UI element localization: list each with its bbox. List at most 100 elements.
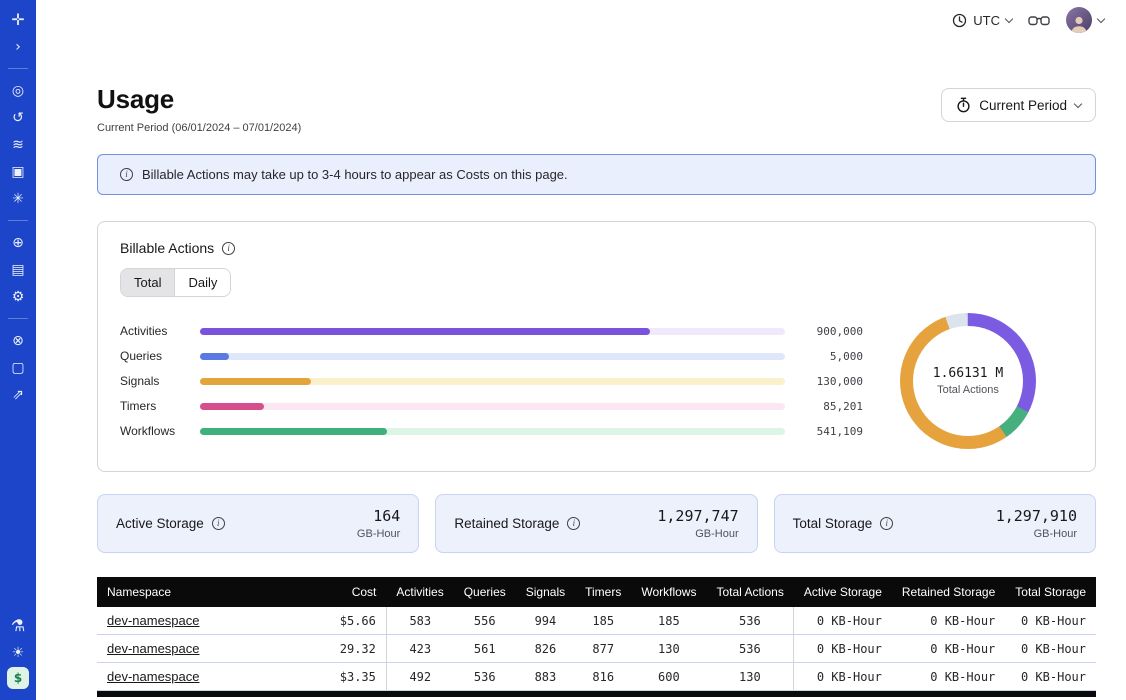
chevron-down-icon xyxy=(1074,99,1082,107)
sidebar-divider xyxy=(8,220,28,221)
table-row: dev-namespace$5.665835569941851855360 KB… xyxy=(97,607,1096,635)
info-icon[interactable] xyxy=(567,517,580,530)
tab-total[interactable]: Total xyxy=(121,269,174,296)
stat-unit: GB-Hour xyxy=(996,528,1077,540)
billable-tabs: TotalDaily xyxy=(120,268,231,297)
sidebar: ✛› ◎↺≋▣✳ ⊕▤⚙ ⊗▢⇗ ⚗☀$ xyxy=(0,0,36,700)
logo-icon[interactable]: ✛ xyxy=(5,7,31,32)
donut-box: 1.66131 M Total Actions xyxy=(863,313,1073,449)
bar-row: Timers85,201 xyxy=(120,394,863,419)
bar-row: Signals130,000 xyxy=(120,369,863,394)
credits-dollar-icon[interactable]: $ xyxy=(7,667,29,689)
donut-hole: 1.66131 M Total Actions xyxy=(913,326,1023,436)
cube-icon[interactable]: ▣ xyxy=(5,159,31,184)
billing-card-icon[interactable]: ▤ xyxy=(5,257,31,282)
cell-total-actions: 130 xyxy=(706,663,793,691)
bar-fill xyxy=(200,353,229,360)
bar-chart: Activities900,000Queries5,000Signals130,… xyxy=(120,319,863,444)
stopwatch-icon xyxy=(956,97,971,113)
info-icon[interactable] xyxy=(212,517,225,530)
bar-fill xyxy=(200,403,264,410)
col-active-storage: Active Storage xyxy=(794,577,892,607)
info-banner: Billable Actions may take up to 3-4 hour… xyxy=(97,154,1096,195)
stat-unit: GB-Hour xyxy=(357,528,400,540)
close-circle-icon[interactable]: ⊗ xyxy=(5,328,31,353)
tab-daily[interactable]: Daily xyxy=(174,269,230,296)
chevron-down-icon xyxy=(1005,14,1013,22)
table-row: dev-namespace$3.354925368838166001300 KB… xyxy=(97,663,1096,691)
globe-icon[interactable]: ⊕ xyxy=(5,230,31,255)
bar-row: Activities900,000 xyxy=(120,319,863,344)
cell-queries: 556 xyxy=(454,607,516,635)
cell-cost: 29.32 xyxy=(306,635,386,663)
stat-value-wrap: 1,297,910GB-Hour xyxy=(996,507,1077,540)
lab-flask-icon[interactable]: ⚗ xyxy=(5,613,31,638)
cell-signals: 883 xyxy=(516,663,575,691)
cell-cost: $3.35 xyxy=(306,663,386,691)
info-icon[interactable] xyxy=(222,242,235,255)
col-signals: Signals xyxy=(516,577,575,607)
bar-value: 900,000 xyxy=(799,325,863,338)
docs-icon[interactable]: ▢ xyxy=(5,355,31,380)
stat-label-wrap: Active Storage xyxy=(116,516,225,531)
stat-unit: GB-Hour xyxy=(657,528,738,540)
stat-card: Active Storage 164 GB-Hour xyxy=(97,494,419,553)
sidebar-divider xyxy=(8,68,28,69)
collapse-icon[interactable]: › xyxy=(5,34,31,59)
cell-total-actions: 536 xyxy=(706,635,793,663)
cell-namespace: dev-namespace xyxy=(97,607,306,635)
asterisk-icon[interactable]: ✳ xyxy=(5,186,31,211)
stat-value: 164 xyxy=(357,507,400,525)
sidebar-bottom: ⚗☀$ xyxy=(5,612,31,690)
stats-row: Active Storage164GB-HourRetained Storage… xyxy=(97,494,1096,553)
theme-sun-icon[interactable]: ☀ xyxy=(5,640,31,665)
cell-namespace: dev-namespace xyxy=(97,663,306,691)
history-icon[interactable]: ↺ xyxy=(5,105,31,130)
info-icon[interactable] xyxy=(880,517,893,530)
cell-timers: 816 xyxy=(575,663,631,691)
namespace-link[interactable]: dev-namespace xyxy=(107,613,200,628)
cell-activities: 583 xyxy=(386,607,453,635)
timezone-selector[interactable]: UTC xyxy=(952,13,1012,28)
info-icon xyxy=(120,168,133,181)
namespace-link[interactable]: dev-namespace xyxy=(107,641,200,656)
target-icon[interactable]: ◎ xyxy=(5,78,31,103)
external-link-icon[interactable]: ⇗ xyxy=(5,382,31,407)
settings-gear-icon[interactable]: ⚙ xyxy=(5,284,31,309)
cell-queries: 536 xyxy=(454,663,516,691)
period-selector-label: Current Period xyxy=(979,98,1067,113)
namespace-link[interactable]: dev-namespace xyxy=(107,669,200,684)
avatar-image xyxy=(1069,14,1089,33)
donut-center-value: 1.66131 M xyxy=(933,366,1003,381)
content: Usage Current Period (06/01/2024 – 07/01… xyxy=(36,40,1126,700)
cell-signals: 994 xyxy=(516,607,575,635)
cell-namespace: dev-namespace xyxy=(97,635,306,663)
bar-row: Queries5,000 xyxy=(120,344,863,369)
layers-icon[interactable]: ≋ xyxy=(5,132,31,157)
glasses-icon[interactable] xyxy=(1028,13,1050,28)
bar-track xyxy=(200,378,785,385)
account-menu[interactable] xyxy=(1066,7,1104,33)
cell-workflows: 185 xyxy=(631,607,706,635)
main-area: UTC Usage Current Period (06/0 xyxy=(36,0,1126,700)
chart-area: Activities900,000Queries5,000Signals130,… xyxy=(120,313,1073,449)
col-total-actions: Total Actions xyxy=(706,577,793,607)
cell-active-storage: 0 KB-Hour xyxy=(794,663,892,691)
donut-center-label: Total Actions xyxy=(937,384,999,396)
col-namespace: Namespace xyxy=(97,577,306,607)
stat-card: Retained Storage1,297,747GB-Hour xyxy=(435,494,757,553)
page-title: Usage xyxy=(97,84,301,115)
bar-label: Signals xyxy=(120,374,200,388)
stat-value-wrap: 164 GB-Hour xyxy=(357,507,400,540)
cell-workflows: 130 xyxy=(631,635,706,663)
bar-track xyxy=(200,328,785,335)
period-selector-button[interactable]: Current Period xyxy=(941,88,1096,122)
col-workflows: Workflows xyxy=(631,577,706,607)
page-subtitle: Current Period (06/01/2024 – 07/01/2024) xyxy=(97,122,301,134)
avatar xyxy=(1066,7,1092,33)
info-banner-text: Billable Actions may take up to 3-4 hour… xyxy=(142,167,568,182)
topbar: UTC xyxy=(36,0,1126,40)
sidebar-divider xyxy=(8,318,28,319)
bar-track xyxy=(200,428,785,435)
cell-cost: $5.66 xyxy=(306,607,386,635)
